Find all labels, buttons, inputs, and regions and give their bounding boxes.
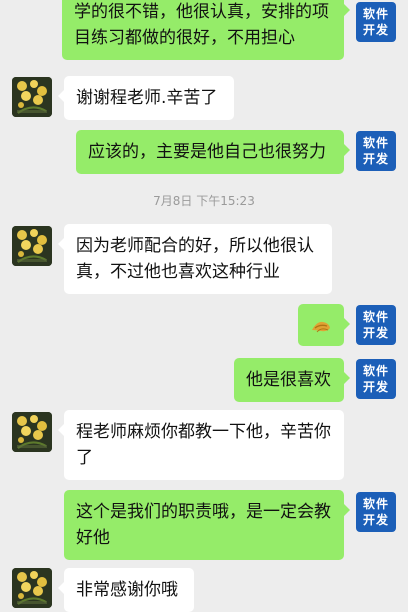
avatar-text-line1: 软件 (362, 364, 389, 378)
avatar-text-line2: 开发 (362, 23, 389, 37)
message-text: 应该的，主要是他自己也很努力 (88, 142, 326, 162)
flower-avatar-image (12, 77, 52, 117)
self-avatar[interactable]: 软件 开发 (356, 2, 396, 42)
flower-avatar-image (12, 412, 52, 452)
avatar-text-line2: 开发 (362, 326, 389, 340)
message-text: 这个是我们的职责哦，是一定会教好他 (76, 502, 331, 548)
message-text: 因为老师配合的好，所以他很认真，不过他也喜欢这种行业 (76, 236, 314, 282)
contact-avatar[interactable] (12, 568, 52, 608)
contact-avatar[interactable] (12, 77, 52, 117)
message-timestamp: 7月8日 下午15:23 (153, 194, 255, 208)
avatar-text-line1: 软件 (362, 7, 389, 21)
avatar-text-line2: 开发 (362, 152, 389, 166)
message-bubble-incoming[interactable]: 非常感谢你哦 (58, 568, 194, 612)
message-bubble-outgoing[interactable]: 学的很不错，他很认真，安排的项目练习都做的很好，不用担心 (62, 0, 350, 60)
message-bubble-incoming[interactable]: 因为老师配合的好，所以他很认真，不过他也喜欢这种行业 (58, 224, 332, 294)
message-text: 学的很不错，他很认真，安排的项目练习都做的很好，不用担心 (74, 2, 329, 48)
message-bubble-outgoing[interactable]: 应该的，主要是他自己也很努力 (76, 130, 350, 174)
self-avatar[interactable]: 软件 开发 (356, 492, 396, 532)
message-bubble-incoming[interactable]: 谢谢程老师.辛苦了 (58, 76, 234, 120)
avatar-text-line1: 软件 (362, 310, 389, 324)
flower-avatar-image (12, 568, 52, 608)
message-bubble-outgoing[interactable]: 他是很喜欢 (234, 358, 350, 402)
message-bubble-incoming[interactable]: 程老师麻烦你都教一下他，辛苦你了 (58, 410, 344, 480)
self-avatar[interactable]: 软件 开发 (356, 305, 396, 345)
self-avatar[interactable]: 软件 开发 (356, 131, 396, 171)
self-avatar[interactable]: 软件 开发 (356, 359, 396, 399)
bean-icon (312, 321, 330, 333)
message-bubble-outgoing[interactable]: 这个是我们的职责哦，是一定会教好他 (64, 490, 350, 560)
flower-avatar-image (12, 226, 52, 266)
contact-avatar[interactable] (12, 226, 52, 266)
message-text: 程老师麻烦你都教一下他，辛苦你了 (76, 422, 331, 468)
message-text: 谢谢程老师.辛苦了 (76, 88, 218, 108)
avatar-text-line1: 软件 (362, 136, 389, 150)
message-text: 他是很喜欢 (246, 370, 331, 390)
avatar-text-line2: 开发 (362, 513, 389, 527)
avatar-text-line2: 开发 (362, 380, 389, 394)
message-text: 非常感谢你哦 (76, 580, 178, 600)
message-bubble-outgoing[interactable] (298, 304, 350, 346)
contact-avatar[interactable] (12, 412, 52, 452)
avatar-text-line1: 软件 (362, 497, 389, 511)
